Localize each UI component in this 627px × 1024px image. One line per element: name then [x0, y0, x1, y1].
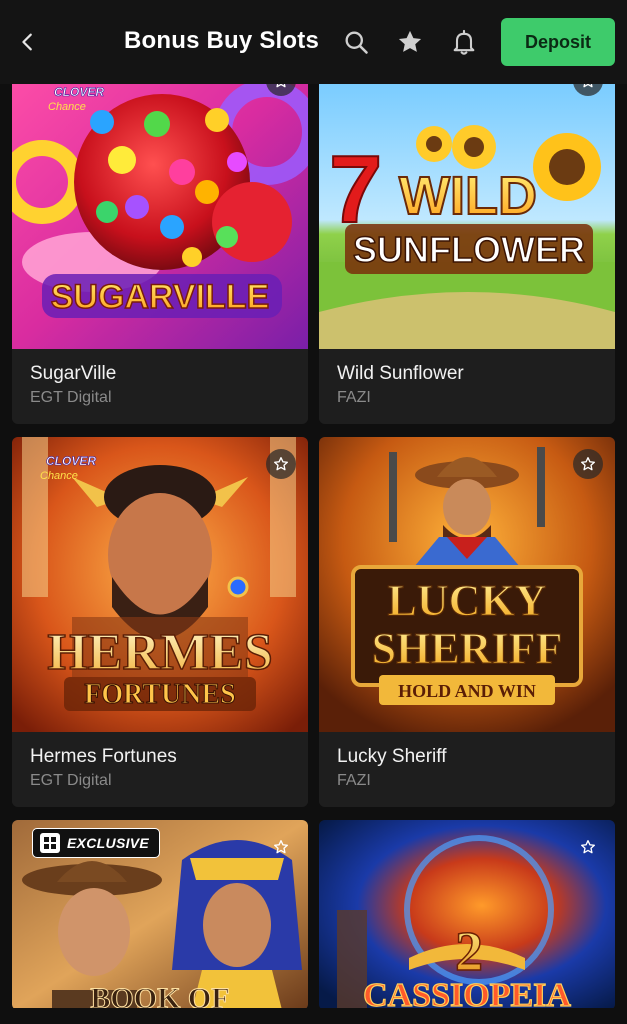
game-info: Wild Sunflower FAZI [319, 349, 615, 421]
game-title: Hermes Fortunes [30, 746, 177, 767]
art-number: 2 [455, 921, 483, 983]
svg-text:HERMES: HERMES [47, 624, 272, 681]
favorites-button[interactable] [392, 24, 428, 60]
game-thumbnail: 2 CASSIOPEIA [319, 820, 615, 1010]
game-info: Hermes Fortunes EGT Digital [12, 732, 308, 804]
search-button[interactable] [338, 24, 374, 60]
game-info: Lucky Sheriff FAZI [319, 732, 615, 804]
svg-text:SHERIFF: SHERIFF [372, 624, 563, 673]
favorite-button[interactable] [573, 449, 603, 479]
favorite-star-icon [581, 840, 595, 854]
game-provider: EGT Digital [30, 389, 112, 406]
game-thumbnail: CLOVER Chance SUGARVILLE [12, 62, 308, 349]
app-screen: CLOVER Chance SUGARVILLE SugarVille EGT … [0, 0, 627, 1024]
notifications-button[interactable] [446, 24, 482, 60]
favorite-button[interactable] [573, 832, 603, 862]
hermes-fortunes-artwork: CLOVER Chance HERMES FORTUNES [12, 437, 308, 732]
game-card-cassiopeia[interactable]: 2 CASSIOPEIA [319, 820, 615, 1010]
favorite-star-icon [274, 840, 288, 854]
back-button[interactable] [10, 24, 46, 60]
favorite-star-icon [581, 457, 595, 471]
game-thumbnail: CLOVER Chance HERMES FORTUNES [12, 437, 308, 732]
svg-text:SUNFLOWER: SUNFLOWER [353, 229, 585, 270]
wild-sunflower-artwork: 7 WILD SUNFLOWER [319, 62, 615, 349]
favorite-button[interactable] [266, 832, 296, 862]
game-card-wild-sunflower[interactable]: 7 WILD SUNFLOWER Wild Sunflower FAZI [319, 62, 615, 424]
exclusive-label: EXCLUSIVE [67, 835, 150, 851]
favorite-star-icon [274, 457, 288, 471]
game-title: SugarVille [30, 363, 117, 384]
svg-text:SUGARVILLE: SUGARVILLE [51, 278, 270, 316]
game-provider: FAZI [337, 389, 371, 406]
lucky-sheriff-artwork: LUCKY SHERIFF HOLD AND WIN [319, 437, 615, 732]
cassiopeia-artwork: 2 CASSIOPEIA [319, 820, 615, 1010]
deposit-button[interactable]: Deposit [501, 18, 615, 66]
art-title: CASSIOPEIA [363, 977, 571, 1010]
game-card-book-of[interactable]: BOOK OF EXCLUSIVE [12, 820, 308, 1010]
svg-text:LUCKY: LUCKY [388, 576, 547, 625]
svg-text:Chance: Chance [40, 470, 78, 482]
sugarville-artwork: CLOVER Chance SUGARVILLE [12, 62, 308, 349]
favorite-button[interactable] [266, 449, 296, 479]
svg-text:HOLD AND WIN: HOLD AND WIN [398, 681, 536, 701]
svg-text:WILD: WILD [399, 166, 537, 226]
page-title: Bonus Buy Slots [124, 27, 320, 54]
game-title: Wild Sunflower [337, 363, 464, 384]
game-card-sugarville[interactable]: CLOVER Chance SUGARVILLE SugarVille EGT … [12, 62, 308, 424]
bell-icon [453, 29, 475, 55]
game-title: Lucky Sheriff [337, 746, 447, 767]
art-title: BOOK OF [90, 982, 229, 1010]
game-provider: FAZI [337, 772, 371, 789]
back-icon [22, 33, 32, 51]
bottom-edge [0, 1008, 627, 1024]
svg-text:CLOVER: CLOVER [54, 85, 104, 99]
game-grid: CLOVER Chance SUGARVILLE SugarVille EGT … [0, 0, 627, 1024]
game-info: SugarVille EGT Digital [12, 349, 308, 421]
game-provider: EGT Digital [30, 772, 112, 789]
game-card-lucky-sheriff[interactable]: LUCKY SHERIFF HOLD AND WIN Lucky Sheriff… [319, 437, 615, 807]
top-app-bar: Bonus Buy Slots Deposit [0, 0, 627, 84]
search-icon [345, 31, 368, 54]
exclusive-badge: EXCLUSIVE [32, 828, 161, 858]
star-icon [398, 30, 422, 52]
game-thumbnail: LUCKY SHERIFF HOLD AND WIN [319, 437, 615, 732]
svg-text:FORTUNES: FORTUNES [84, 679, 235, 710]
svg-text:Chance: Chance [48, 101, 86, 113]
game-card-hermes-fortunes[interactable]: CLOVER Chance HERMES FORTUNES Hermes For… [12, 437, 308, 807]
svg-text:CLOVER: CLOVER [46, 454, 96, 468]
game-thumbnail: 7 WILD SUNFLOWER [319, 62, 615, 349]
exclusive-logo-icon [40, 833, 60, 853]
